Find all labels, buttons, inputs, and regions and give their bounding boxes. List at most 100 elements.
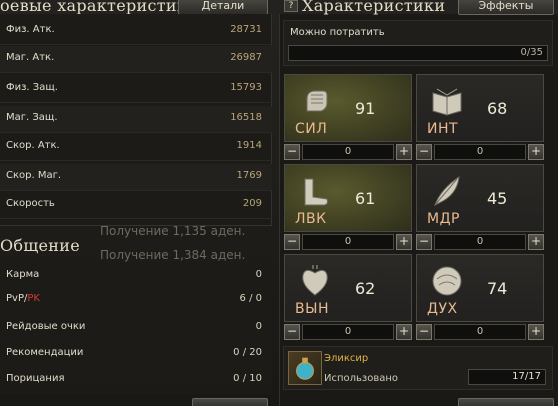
card-value: 45	[487, 189, 508, 208]
minus-button[interactable]: −	[284, 324, 300, 340]
plus-button[interactable]: +	[528, 144, 544, 160]
card-face[interactable]: ВЫН 62	[284, 254, 412, 322]
raid-points-value: 0	[255, 321, 262, 332]
card-abbr: ИНТ	[427, 121, 459, 137]
stat-card-str: СИЛ 91 − 0 +	[284, 74, 412, 160]
stat-card-men: ДУХ 74 − 0 +	[416, 254, 544, 340]
combat-stats-list: Физ. Атк. 28731 Маг. Атк. 26987 Физ. Защ…	[0, 14, 272, 226]
karma-label: Карма	[6, 269, 40, 280]
card-face[interactable]: ДУХ 74	[416, 254, 544, 322]
stat-label: Маг. Атк.	[6, 52, 55, 63]
pvp-label: PvP/PK	[6, 293, 40, 304]
card-controls: − 0 +	[416, 234, 544, 250]
bottom-right-button[interactable]	[458, 398, 554, 406]
points-field[interactable]: 0	[302, 144, 394, 160]
card-controls: − 0 +	[284, 144, 412, 160]
bottom-left-button[interactable]	[192, 398, 268, 406]
stat-card-wit: МДР 45 − 0 +	[416, 164, 544, 250]
stat-row-mag-atk: Маг. Атк. 26987	[0, 46, 272, 73]
foot-icon	[304, 178, 328, 206]
card-abbr: СИЛ	[295, 121, 328, 137]
plus-button[interactable]: +	[396, 144, 412, 160]
stat-label: Маг. Защ.	[6, 112, 58, 123]
stat-row-phys-atk: Физ. Атк. 28731	[0, 18, 272, 45]
recommendations-value: 0 / 20	[233, 347, 262, 358]
minus-button[interactable]: −	[284, 234, 300, 250]
effects-button[interactable]: Эффекты	[458, 0, 554, 15]
book-icon	[432, 88, 462, 116]
combat-stats-title: оевые характеристики	[0, 0, 199, 15]
chat-line: Получение 1,384 аден.	[100, 248, 246, 262]
stat-card-int: ИНТ 68 − 0 +	[416, 74, 544, 160]
card-face[interactable]: ИНТ 68	[416, 74, 544, 142]
card-controls: − 0 +	[284, 324, 412, 340]
recommendations-label: Рекомендации	[6, 347, 84, 358]
stat-value: 28731	[230, 24, 262, 35]
stat-label: Физ. Защ.	[6, 82, 58, 93]
minus-button[interactable]: −	[416, 144, 432, 160]
card-face[interactable]: МДР 45	[416, 164, 544, 232]
points-field[interactable]: 0	[302, 234, 394, 250]
stat-value: 209	[242, 198, 262, 209]
minus-button[interactable]: −	[416, 324, 432, 340]
points-field[interactable]: 0	[434, 234, 526, 250]
karma-value: 0	[255, 269, 262, 280]
stat-value: 1769	[236, 170, 262, 181]
spendable-points: Можно потратить 0/35	[283, 20, 553, 66]
card-face[interactable]: ЛВК 61	[284, 164, 412, 232]
social-stats-list: Карма 0 PvP/PK 6 / 0 Рейдовые очки 0 Рек…	[0, 262, 272, 394]
raid-points-row: Рейдовые очки 0	[0, 314, 272, 340]
spendable-label: Можно потратить	[290, 27, 385, 38]
stat-value: 15793	[230, 82, 262, 93]
minus-button[interactable]: −	[284, 144, 300, 160]
card-value: 74	[487, 279, 508, 298]
chat-line: Получение 1,135 аден.	[100, 224, 246, 238]
card-face[interactable]: СИЛ 91	[284, 74, 412, 142]
attributes-title: Характеристики	[302, 0, 446, 15]
pvp-value: 6 / 0	[239, 293, 262, 304]
social-title: Общение	[0, 236, 80, 255]
stat-card-dex: ЛВК 61 − 0 +	[284, 164, 412, 250]
fist-icon	[306, 90, 328, 112]
stat-value: 26987	[230, 52, 262, 63]
points-field[interactable]: 0	[434, 324, 526, 340]
plus-button[interactable]: +	[396, 324, 412, 340]
stat-row-speed: Скорость 209	[0, 192, 272, 219]
raid-points-label: Рейдовые очки	[6, 321, 86, 332]
blame-value: 0 / 10	[233, 373, 262, 384]
points-field[interactable]: 0	[434, 144, 526, 160]
help-icon[interactable]: ?	[284, 0, 298, 12]
stat-row-cast-speed: Скор. Маг. 1769	[0, 164, 272, 191]
stat-row-phys-def: Физ. Защ. 15793	[0, 76, 272, 103]
heart-icon	[302, 265, 328, 296]
card-abbr: МДР	[427, 211, 460, 227]
card-abbr: ВЫН	[295, 301, 329, 317]
elixir-used-label: Использовано	[324, 373, 399, 384]
details-button[interactable]: Детали	[178, 0, 268, 15]
plus-button[interactable]: +	[396, 234, 412, 250]
card-controls: − 0 +	[416, 324, 544, 340]
stat-label: Скор. Атк.	[6, 140, 60, 151]
pvp-row: PvP/PK 6 / 0	[0, 286, 272, 312]
elixir-panel: Эликсир Использовано 17/17	[283, 346, 553, 390]
card-value: 62	[355, 279, 376, 298]
elixir-icon[interactable]	[288, 351, 322, 385]
minus-button[interactable]: −	[416, 234, 432, 250]
plus-button[interactable]: +	[528, 234, 544, 250]
stat-label: Физ. Атк.	[6, 24, 55, 35]
recommendations-row: Рекомендации 0 / 20	[0, 340, 272, 366]
spendable-bar: 0/35	[288, 45, 548, 61]
card-abbr: ЛВК	[295, 211, 327, 227]
brain-icon	[432, 266, 462, 296]
blame-row: Порицания 0 / 10	[0, 366, 272, 392]
elixir-value: 17/17	[512, 371, 541, 382]
card-controls: − 0 +	[416, 144, 544, 160]
card-controls: − 0 +	[284, 234, 412, 250]
card-value: 91	[355, 99, 376, 118]
stat-row-mag-def: Маг. Защ. 16518	[0, 106, 272, 133]
stat-card-con: ВЫН 62 − 0 +	[284, 254, 412, 340]
plus-button[interactable]: +	[528, 324, 544, 340]
pk-label: PK	[27, 293, 40, 304]
points-field[interactable]: 0	[302, 324, 394, 340]
stat-value: 1914	[236, 140, 262, 151]
